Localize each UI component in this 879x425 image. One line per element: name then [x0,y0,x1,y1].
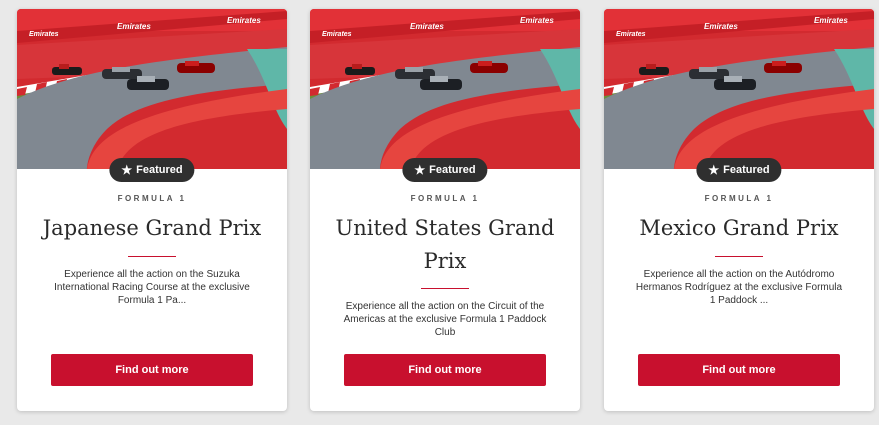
card-title: United States Grand Prix [335,216,555,273]
event-card-united-states[interactable]: ★ Featured FORMULA 1 United States Grand… [310,9,580,411]
featured-label: Featured [429,164,476,176]
star-icon: ★ [708,163,720,177]
race-track-image [17,9,287,169]
featured-label: Featured [136,164,183,176]
featured-badge: ★ Featured [109,158,195,182]
card-description: Experience all the action on the Autódro… [635,269,843,306]
title-divider [715,256,763,257]
find-out-more-button[interactable]: Find out more [344,354,546,386]
title-divider [128,256,176,257]
star-icon: ★ [121,163,133,177]
card-description: Experience all the action on the Circuit… [343,301,547,338]
event-card-japan[interactable]: ★ Featured FORMULA 1 Japanese Grand Prix… [17,9,287,411]
featured-badge: ★ Featured [402,158,488,182]
card-title: Japanese Grand Prix [42,216,262,240]
race-track-image [604,9,874,169]
card-description: Experience all the action on the Suzuka … [54,269,250,306]
featured-badge: ★ Featured [696,158,782,182]
race-track-image [310,9,580,169]
star-icon: ★ [414,163,426,177]
find-out-more-button[interactable]: Find out more [638,354,840,386]
card-title: Mexico Grand Prix [639,216,839,240]
category-label: FORMULA 1 [410,194,480,203]
event-card-mexico[interactable]: ★ Featured FORMULA 1 Mexico Grand Prix E… [604,9,874,411]
featured-label: Featured [723,164,770,176]
title-divider [421,288,469,289]
category-label: FORMULA 1 [117,194,187,203]
category-label: FORMULA 1 [704,194,774,203]
find-out-more-button[interactable]: Find out more [51,354,253,386]
